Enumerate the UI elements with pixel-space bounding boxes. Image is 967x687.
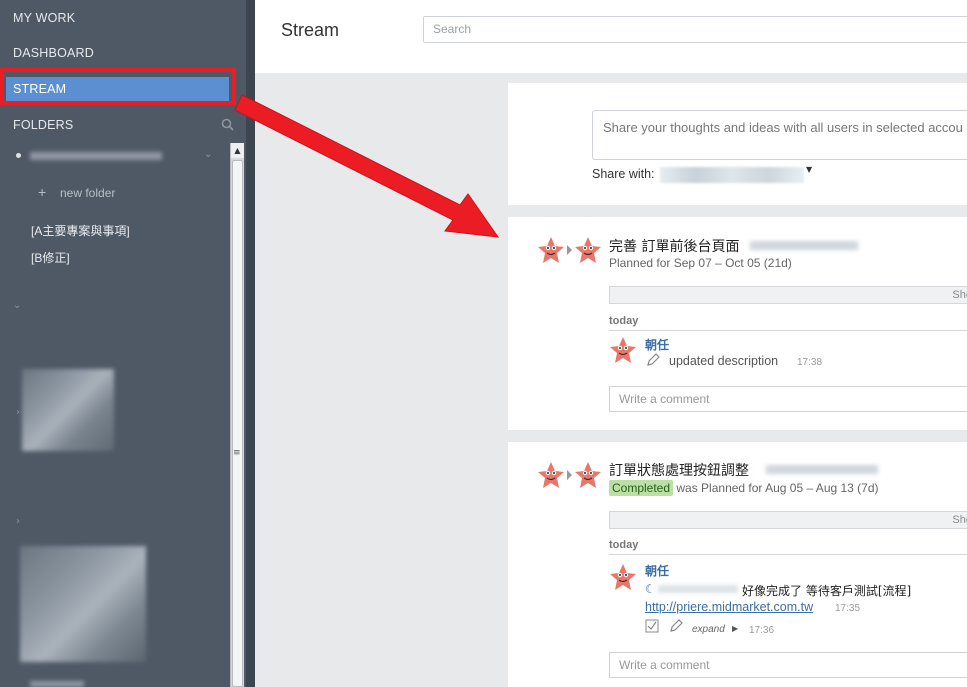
folder-item-a[interactable]: [A主要專案與事項] <box>31 222 130 239</box>
status-badge: Completed <box>609 480 674 496</box>
bullet-icon <box>16 153 21 158</box>
activity-text: updated description <box>669 354 779 368</box>
expand-time: 17:36 <box>749 625 775 636</box>
task-schedule-text: was Planned for Aug 05 – Aug 13 (7d) <box>676 481 879 495</box>
chevron-down-icon[interactable]: ⌄ <box>13 300 21 311</box>
checkbox-icon[interactable] <box>645 619 659 633</box>
scroll-up-icon[interactable]: ▲ <box>231 143 244 158</box>
grip-icon: ≡ <box>233 448 241 458</box>
activity-author[interactable]: 朝任 <box>645 336 669 353</box>
avatar <box>610 564 636 590</box>
caret-down-icon[interactable]: ▼ <box>806 165 812 174</box>
share-target-select[interactable] <box>660 167 804 183</box>
blurred-image <box>22 369 114 451</box>
blurred-text <box>766 465 878 474</box>
nav-folders[interactable]: FOLDERS <box>0 107 246 143</box>
arrow-right-icon <box>567 470 572 480</box>
show-more-bar[interactable]: Sho <box>609 286 967 304</box>
show-more-bar[interactable]: Sho <box>609 511 967 529</box>
comment-input[interactable]: Write a comment <box>609 652 967 678</box>
task-schedule: Planned for Sep 07 – Oct 05 (21d) <box>609 256 792 270</box>
page-title: Stream <box>281 20 340 40</box>
avatar-group <box>537 236 603 268</box>
pencil-icon[interactable] <box>669 619 683 633</box>
expand-link[interactable]: expand <box>692 624 725 635</box>
task-card: 完善 訂單前後台頁面 Planned for Sep 07 – Oct 05 (… <box>508 217 967 430</box>
sidebar-divider[interactable] <box>246 0 255 687</box>
nav-dashboard[interactable]: DASHBOARD <box>0 35 246 71</box>
scroll-thumb[interactable] <box>232 160 243 687</box>
activity-author[interactable]: 朝任 <box>645 562 669 579</box>
chevron-down-icon[interactable]: ⌄ <box>204 149 212 160</box>
avatar <box>575 462 601 488</box>
header: Stream Search <box>255 0 967 73</box>
task-title[interactable]: 訂單狀態處理按鈕調整 <box>609 460 749 480</box>
share-card: Share your thoughts and ideas with all u… <box>508 83 967 205</box>
plus-icon: + <box>38 184 47 200</box>
day-label: today <box>609 539 639 551</box>
avatar-group <box>537 461 603 493</box>
search-input[interactable]: Search <box>423 16 967 43</box>
scrollbar[interactable]: ▲ ≡ <box>230 143 244 687</box>
share-with-label: Share with: <box>592 167 655 181</box>
comment-link[interactable]: http://priere.midmarket.com.tw <box>645 600 813 614</box>
link-time: 17:35 <box>835 603 861 614</box>
divider <box>609 330 967 331</box>
task-card: 訂單狀態處理按鈕調整 Completed was Planned for Aug… <box>508 442 967 687</box>
activity-time: 17:38 <box>797 357 823 368</box>
task-schedule: Completed was Planned for Aug 05 – Aug 1… <box>609 480 879 496</box>
nav-my-work[interactable]: MY WORK <box>0 0 246 36</box>
blurred-folder-name[interactable] <box>30 152 162 160</box>
new-folder-link[interactable]: new folder <box>60 186 115 200</box>
avatar <box>575 237 601 263</box>
day-label: today <box>609 315 639 327</box>
caret-right-icon[interactable]: ▶ <box>732 624 738 633</box>
comment-text: 好像完成了 等待客戶測試[流程] <box>742 584 912 598</box>
divider <box>609 554 967 555</box>
chevron-right-icon[interactable]: › <box>16 516 20 527</box>
blurred-text <box>750 241 858 250</box>
avatar <box>538 462 564 488</box>
avatar <box>538 237 564 263</box>
annotation-highlight-box <box>0 68 236 105</box>
moon-icon: ☾ <box>645 582 656 596</box>
blurred-text <box>658 585 738 593</box>
pencil-icon <box>647 353 660 366</box>
blurred-image <box>20 546 146 662</box>
search-icon[interactable] <box>221 118 234 131</box>
task-title[interactable]: 完善 訂單前後台頁面 <box>609 236 739 256</box>
folder-item-b[interactable]: [B修正] <box>31 249 70 266</box>
avatar <box>610 337 636 363</box>
folder-tree: ⌄ + new folder [A主要專案與事項] [B修正] ⌄ › › <box>0 143 230 687</box>
chevron-right-icon[interactable]: › <box>16 407 20 418</box>
arrow-right-icon <box>567 245 572 255</box>
comment-input[interactable]: Write a comment <box>609 386 967 412</box>
share-input[interactable]: Share your thoughts and ideas with all u… <box>592 110 967 160</box>
blurred-folder-name <box>30 681 84 687</box>
